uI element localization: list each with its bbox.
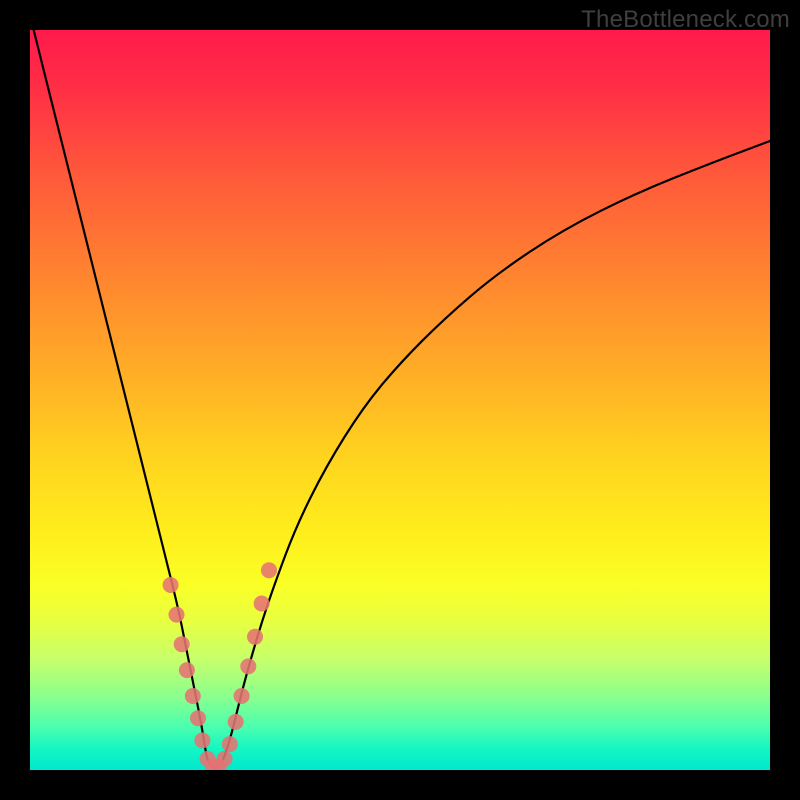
highlight-dot (169, 607, 185, 623)
highlight-dot (163, 577, 179, 593)
curve-layer (30, 30, 770, 770)
highlight-dot (228, 714, 244, 730)
highlight-dot (254, 596, 270, 612)
plot-area (30, 30, 770, 770)
bottleneck-curve (34, 30, 770, 768)
highlight-dot (222, 736, 238, 752)
highlight-dots (163, 562, 277, 770)
watermark-text: TheBottleneck.com (581, 6, 790, 34)
highlight-dot (194, 732, 210, 748)
highlight-dot (174, 636, 190, 652)
highlight-dot (240, 658, 256, 674)
highlight-dot (261, 562, 277, 578)
highlight-dot (234, 688, 250, 704)
chart-frame: TheBottleneck.com (0, 0, 800, 800)
highlight-dot (190, 710, 206, 726)
highlight-dot (179, 662, 195, 678)
highlight-dot (247, 629, 263, 645)
highlight-dot (185, 688, 201, 704)
highlight-dot (217, 751, 233, 767)
